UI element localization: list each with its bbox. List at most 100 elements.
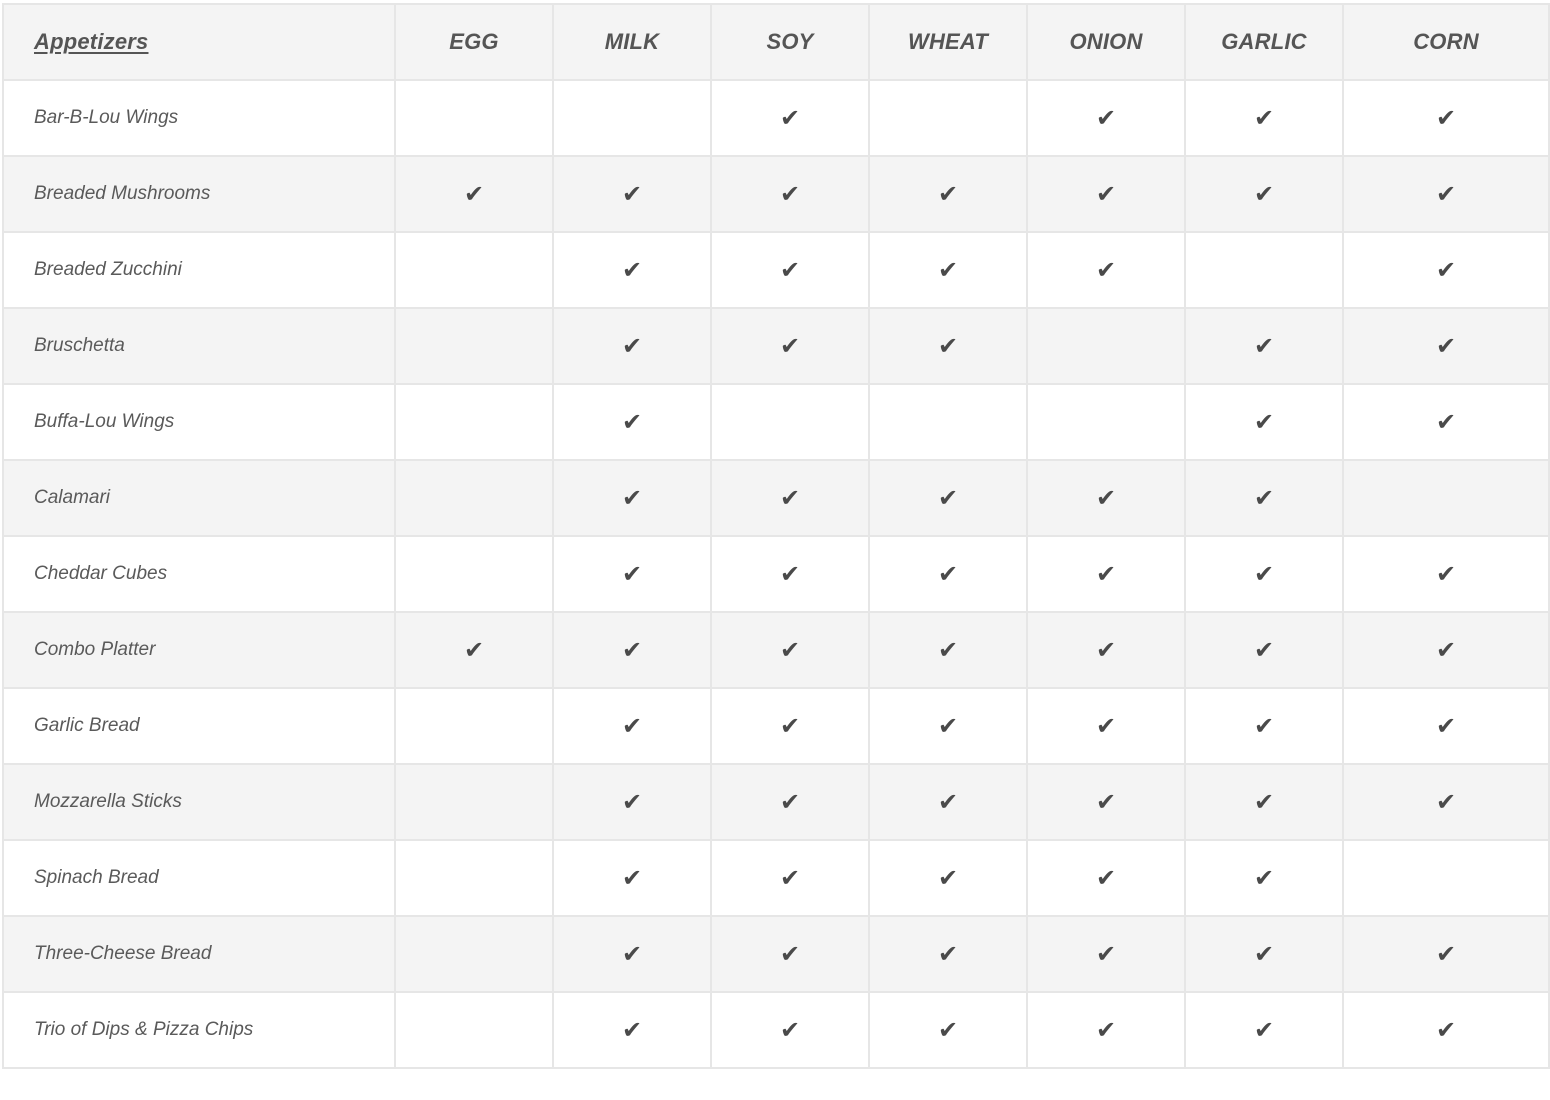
check-mark-icon: ✔ [779,104,801,132]
check-mark-icon: ✔ [779,788,801,816]
check-mark-icon: ✔ [1095,560,1117,588]
allergen-cell [1342,459,1550,537]
allergen-cell: ✔ [868,763,1028,841]
menu-item-name: Bruschetta [2,307,396,385]
allergen-cell: ✔ [1342,535,1550,613]
allergen-cell: ✔ [1184,155,1344,233]
allergen-cell: ✔ [1026,459,1186,537]
allergen-cell: ✔ [1026,231,1186,309]
allergen-cell: ✔ [552,459,712,537]
check-mark-icon: ✔ [1435,1016,1457,1044]
allergen-cell: ✔ [1026,915,1186,993]
table-row: Spinach Bread ✔ ✔ ✔ ✔ ✔ [2,839,1550,917]
allergen-cell [394,915,554,993]
allergen-cell [1184,231,1344,309]
check-mark-icon: ✔ [621,788,643,816]
table-row: Mozzarella Sticks ✔ ✔ ✔ ✔ ✔ ✔ [2,763,1550,841]
allergen-header-soy: SOY [710,3,870,81]
allergen-cell: ✔ [552,915,712,993]
check-mark-icon: ✔ [937,256,959,284]
allergen-cell: ✔ [1342,155,1550,233]
check-mark-icon: ✔ [621,940,643,968]
check-mark-icon: ✔ [621,484,643,512]
allergen-cell: ✔ [1184,383,1344,461]
check-mark-icon: ✔ [463,636,485,664]
check-mark-icon: ✔ [1253,332,1275,360]
allergen-cell: ✔ [1026,687,1186,765]
allergen-cell: ✔ [868,307,1028,385]
check-mark-icon: ✔ [779,180,801,208]
allergen-cell [394,79,554,157]
menu-item-name: Bar-B-Lou Wings [2,79,396,157]
allergen-cell: ✔ [552,611,712,689]
allergen-cell: ✔ [1026,535,1186,613]
allergen-cell: ✔ [1184,611,1344,689]
allergen-cell: ✔ [710,687,870,765]
check-mark-icon: ✔ [937,864,959,892]
check-mark-icon: ✔ [621,864,643,892]
check-mark-icon: ✔ [621,408,643,436]
allergen-cell: ✔ [710,611,870,689]
check-mark-icon: ✔ [779,636,801,664]
allergen-cell: ✔ [1184,991,1344,1069]
allergen-cell: ✔ [1342,383,1550,461]
allergen-cell: ✔ [1342,687,1550,765]
check-mark-icon: ✔ [937,484,959,512]
check-mark-icon: ✔ [1253,940,1275,968]
allergen-cell: ✔ [710,991,870,1069]
check-mark-icon: ✔ [779,484,801,512]
check-mark-icon: ✔ [1095,256,1117,284]
allergen-cell [1026,383,1186,461]
allergen-cell [868,383,1028,461]
allergen-cell: ✔ [710,307,870,385]
check-mark-icon: ✔ [463,180,485,208]
allergen-cell: ✔ [1026,763,1186,841]
check-mark-icon: ✔ [621,636,643,664]
check-mark-icon: ✔ [1253,788,1275,816]
allergen-cell [394,763,554,841]
section-heading-link[interactable]: Appetizers [34,29,148,54]
allergen-cell: ✔ [868,991,1028,1069]
menu-item-name: Breaded Zucchini [2,231,396,309]
allergen-cell: ✔ [1184,535,1344,613]
allergen-cell: ✔ [394,611,554,689]
allergen-cell: ✔ [552,155,712,233]
check-mark-icon: ✔ [1435,636,1457,664]
allergen-cell: ✔ [1342,991,1550,1069]
table-row: Breaded Mushrooms ✔ ✔ ✔ ✔ ✔ ✔ ✔ [2,155,1550,233]
allergen-cell: ✔ [394,155,554,233]
allergen-cell [394,991,554,1069]
check-mark-icon: ✔ [1095,788,1117,816]
allergen-cell: ✔ [1342,307,1550,385]
check-mark-icon: ✔ [1253,408,1275,436]
allergen-cell: ✔ [868,535,1028,613]
allergen-table-container: Appetizers EGG MILK SOY WHEAT ONION GARL… [2,3,1550,1069]
check-mark-icon: ✔ [621,560,643,588]
check-mark-icon: ✔ [937,788,959,816]
check-mark-icon: ✔ [1095,940,1117,968]
check-mark-icon: ✔ [621,256,643,284]
allergen-header-garlic: GARLIC [1184,3,1344,81]
allergen-table: Appetizers EGG MILK SOY WHEAT ONION GARL… [2,3,1550,1069]
check-mark-icon: ✔ [937,1016,959,1044]
allergen-cell: ✔ [710,915,870,993]
allergen-cell [394,383,554,461]
allergen-cell: ✔ [868,155,1028,233]
allergen-cell: ✔ [868,459,1028,537]
check-mark-icon: ✔ [1095,636,1117,664]
allergen-cell: ✔ [552,687,712,765]
allergen-cell: ✔ [1184,307,1344,385]
allergen-header-wheat: WHEAT [868,3,1028,81]
table-row: Buffa-Lou Wings ✔ ✔ ✔ [2,383,1550,461]
allergen-cell: ✔ [1026,839,1186,917]
check-mark-icon: ✔ [1435,256,1457,284]
allergen-cell: ✔ [1184,79,1344,157]
allergen-header-onion: ONION [1026,3,1186,81]
menu-item-name: Combo Platter [2,611,396,689]
allergen-cell [394,231,554,309]
menu-item-name: Cheddar Cubes [2,535,396,613]
allergen-cell: ✔ [1184,763,1344,841]
check-mark-icon: ✔ [1095,864,1117,892]
allergen-cell: ✔ [552,307,712,385]
check-mark-icon: ✔ [779,256,801,284]
